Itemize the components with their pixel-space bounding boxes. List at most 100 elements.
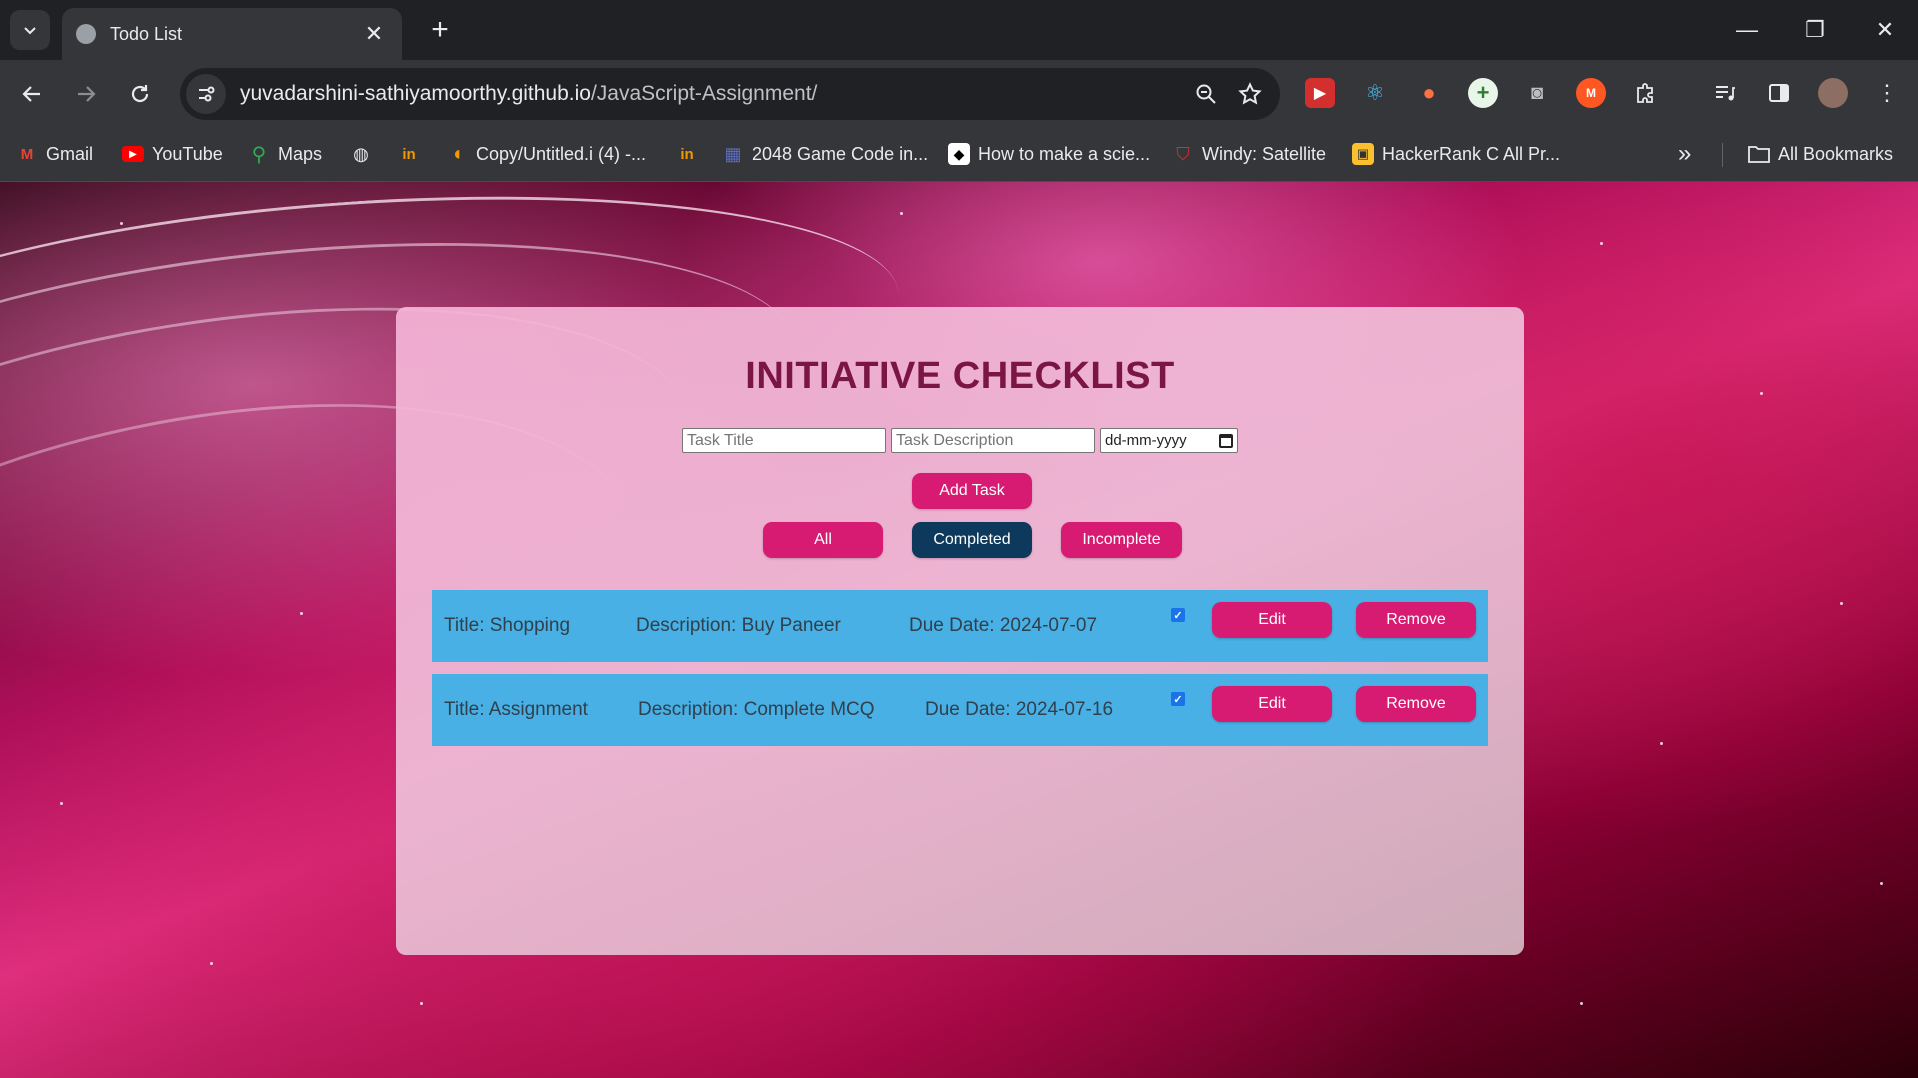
bookmark-label: How to make a scie... <box>978 143 1151 164</box>
bookmark-label: Gmail <box>46 143 94 164</box>
bookmark-in[interactable]: in <box>398 137 428 171</box>
bookmark-globe[interactable]: ◍ <box>350 137 380 171</box>
task-description-input[interactable] <box>891 428 1095 453</box>
diamond-logo-icon: ◆ <box>948 143 970 165</box>
remove-task-button[interactable]: Remove <box>1356 686 1476 722</box>
task-complete-checkbox[interactable]: ✓ <box>1171 608 1185 622</box>
task-title: Title: Assignment <box>444 699 588 720</box>
task-title: Title: Shopping <box>444 615 571 636</box>
tab-close-icon[interactable]: ✕ <box>360 21 388 47</box>
due-date-input[interactable]: dd-mm-yyyy <box>1100 428 1238 453</box>
bookmark-copy-untitled[interactable]: ◖ Copy/Untitled.i (4) -... <box>446 137 646 171</box>
hackerrank-icon: ▣ <box>1352 143 1374 165</box>
bookmark-label: HackerRank C All Pr... <box>1382 143 1561 164</box>
active-tab[interactable]: Todo List ✕ <box>62 8 402 60</box>
map-pin-icon: ⚲ <box>251 143 267 166</box>
extension-red-icon[interactable]: ▶ <box>1305 78 1335 108</box>
extension-mi-icon[interactable]: M <box>1576 78 1606 108</box>
media-controls-icon[interactable] <box>1710 78 1740 108</box>
page-background: INITIATIVE CHECKLIST dd-mm-yyyy Add Task… <box>0 182 1918 1078</box>
filter-all-button[interactable]: All <box>763 522 883 558</box>
task-complete-checkbox[interactable]: ✓ <box>1171 692 1185 706</box>
youtube-icon: ▶ <box>122 146 144 162</box>
arrow-left-icon <box>22 86 40 102</box>
bookmark-label: 2048 Game Code in... <box>752 143 929 164</box>
chevron-down-icon <box>24 27 36 35</box>
task-due-date: Due Date: 2024-07-07 <box>909 615 1098 636</box>
star <box>1880 882 1883 885</box>
back-button[interactable] <box>12 74 52 114</box>
all-bookmarks-button[interactable]: All Bookmarks <box>1748 137 1893 171</box>
more-menu-icon[interactable]: ⋮ <box>1872 78 1902 108</box>
url-text[interactable]: yuvadarshini-sathiyamoorthy.github.io/Ja… <box>240 82 1184 106</box>
task-row: Title: Shopping Description: Buy Paneer … <box>432 590 1488 662</box>
todo-card: INITIATIVE CHECKLIST dd-mm-yyyy Add Task… <box>396 307 1524 955</box>
extensions-puzzle-icon[interactable] <box>1630 78 1660 108</box>
star <box>1660 742 1663 745</box>
bookmark-in-2[interactable]: in <box>676 137 706 171</box>
all-bookmarks-label: All Bookmarks <box>1778 143 1894 164</box>
star <box>300 612 303 615</box>
bookmarks-overflow-button[interactable]: » <box>1678 137 1691 171</box>
site-settings-icon[interactable] <box>186 74 226 114</box>
bookmark-how-to[interactable]: ◆ How to make a scie... <box>948 137 1150 171</box>
bookmark-2048[interactable]: ▦ 2048 Game Code in... <box>722 137 928 171</box>
folder-icon <box>1748 143 1770 165</box>
star <box>1760 392 1763 395</box>
forward-button[interactable] <box>66 74 106 114</box>
bookmarks-bar: M Gmail ▶ YouTube ⚲ Maps ◍ in ◖ Copy/Unt… <box>0 127 1918 182</box>
url-host: yuvadarshini-sathiyamoorthy.github.io <box>240 82 591 105</box>
bookmark-label: Windy: Satellite <box>1202 143 1327 164</box>
task-row: Title: Assignment Description: Complete … <box>432 674 1488 746</box>
task-due-date: Due Date: 2024-07-16 <box>925 699 1114 720</box>
restore-button[interactable]: ❐ <box>1790 10 1840 50</box>
tab-title: Todo List <box>110 23 183 44</box>
address-bar[interactable]: yuvadarshini-sathiyamoorthy.github.io/Ja… <box>180 68 1280 120</box>
tab-search-button[interactable] <box>10 10 50 50</box>
bookmark-label: YouTube <box>152 143 223 164</box>
bookmark-youtube[interactable]: ▶ YouTube <box>122 137 223 171</box>
star <box>1580 1002 1583 1005</box>
edit-task-button[interactable]: Edit <box>1212 686 1332 722</box>
task-description: Description: Buy Paneer <box>636 615 841 636</box>
minimize-button[interactable]: — <box>1722 10 1772 50</box>
star <box>420 1002 423 1005</box>
edit-task-button[interactable]: Edit <box>1212 602 1332 638</box>
bookmark-maps[interactable]: ⚲ Maps <box>248 137 322 171</box>
browser-toolbar: yuvadarshini-sathiyamoorthy.github.io/Ja… <box>0 60 1918 127</box>
filter-incomplete-button[interactable]: Incomplete <box>1061 522 1182 558</box>
bookmark-hackerrank[interactable]: ▣ HackerRank C All Pr... <box>1352 137 1560 171</box>
calendar-icon[interactable] <box>1219 433 1233 448</box>
bookmark-windy[interactable]: ⛉ Windy: Satellite <box>1172 137 1326 171</box>
profile-avatar[interactable] <box>1818 78 1848 108</box>
star <box>1840 602 1843 605</box>
remove-task-button[interactable]: Remove <box>1356 602 1476 638</box>
bookmark-label: Maps <box>278 143 323 164</box>
extension-orange-icon[interactable]: ● <box>1414 78 1444 108</box>
star <box>1600 242 1603 245</box>
extension-atom-icon[interactable]: ⚛ <box>1360 78 1390 108</box>
url-path: /JavaScript-Assignment/ <box>590 82 818 105</box>
in-logo-icon: in <box>402 145 416 163</box>
bookmark-gmail[interactable]: M Gmail <box>16 137 93 171</box>
star <box>120 222 123 225</box>
extension-plus-icon[interactable]: + <box>1468 78 1498 108</box>
tab-strip: Todo List ✕ + — ❐ ✕ <box>0 0 1918 60</box>
filter-completed-button[interactable]: Completed <box>912 522 1032 558</box>
task-title-input[interactable] <box>682 428 886 453</box>
star <box>60 802 63 805</box>
zoom-icon[interactable] <box>1184 72 1228 116</box>
globe-icon <box>76 24 96 44</box>
arrow-right-icon <box>78 86 96 102</box>
page-title: INITIATIVE CHECKLIST <box>745 355 1175 397</box>
side-panel-icon[interactable] <box>1764 78 1794 108</box>
reload-button[interactable] <box>120 74 160 114</box>
bookmark-star-icon[interactable] <box>1228 72 1272 116</box>
gmail-icon: M <box>20 145 34 163</box>
camera-icon[interactable]: ◙ <box>1522 78 1552 108</box>
close-window-button[interactable]: ✕ <box>1860 10 1910 50</box>
new-tab-button[interactable]: + <box>422 12 458 48</box>
add-task-button[interactable]: Add Task <box>912 473 1032 509</box>
reload-icon <box>131 85 149 103</box>
star <box>210 962 213 965</box>
